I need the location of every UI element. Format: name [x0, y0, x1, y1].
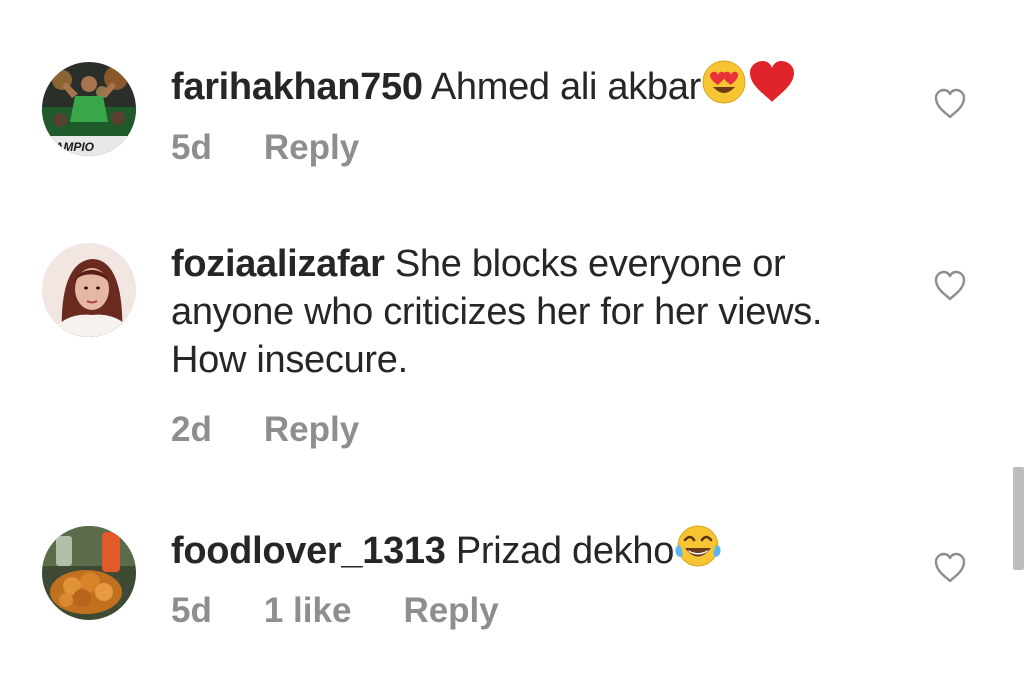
tears-of-joy-emoji [674, 523, 722, 581]
reply-button[interactable]: Reply [264, 408, 359, 452]
red-heart-emoji [747, 59, 797, 117]
comment-username[interactable]: farihakhan750 [171, 66, 423, 108]
comment-time: 2d [171, 410, 212, 449]
comment-body: foziaalizafar She blocks everyone or any… [171, 240, 871, 384]
like-button[interactable] [932, 86, 968, 122]
heart-eyes-emoji [701, 59, 747, 117]
comment-text: Prizad dekho [445, 530, 675, 572]
avatar-text: HAMPIO [46, 140, 95, 154]
comment-meta: 5d Reply [171, 126, 411, 170]
heart-outline-icon [934, 88, 966, 119]
avatar[interactable]: HAMPIO [42, 62, 136, 156]
avatar[interactable] [42, 243, 136, 337]
comment-body: foodlover_1313 Prizad dekho [171, 523, 871, 581]
comment-meta: 2d Reply [171, 408, 411, 452]
reply-button[interactable]: Reply [403, 589, 498, 633]
comment-username[interactable]: foziaalizafar [171, 243, 385, 285]
comment-body: farihakhan750 Ahmed ali akbar [171, 59, 871, 117]
comment-username[interactable]: foodlover_1313 [171, 530, 446, 572]
reply-button[interactable]: Reply [264, 126, 359, 170]
heart-outline-icon [934, 552, 966, 583]
likes-count-button[interactable]: 1 like [264, 589, 352, 633]
comment-text: Ahmed ali akbar [422, 66, 701, 108]
comments-list: HAMPIO farihakhan750 Ahmed ali akbar 5d R… [0, 0, 1024, 679]
avatar[interactable] [42, 526, 136, 620]
like-button[interactable] [932, 268, 968, 304]
comment-time: 5d [171, 591, 212, 630]
comment-time: 5d [171, 128, 212, 167]
like-button[interactable] [932, 550, 968, 586]
scrollbar[interactable] [1013, 467, 1024, 570]
heart-outline-icon [934, 270, 966, 301]
comment-meta: 5d 1 like Reply [171, 589, 551, 633]
